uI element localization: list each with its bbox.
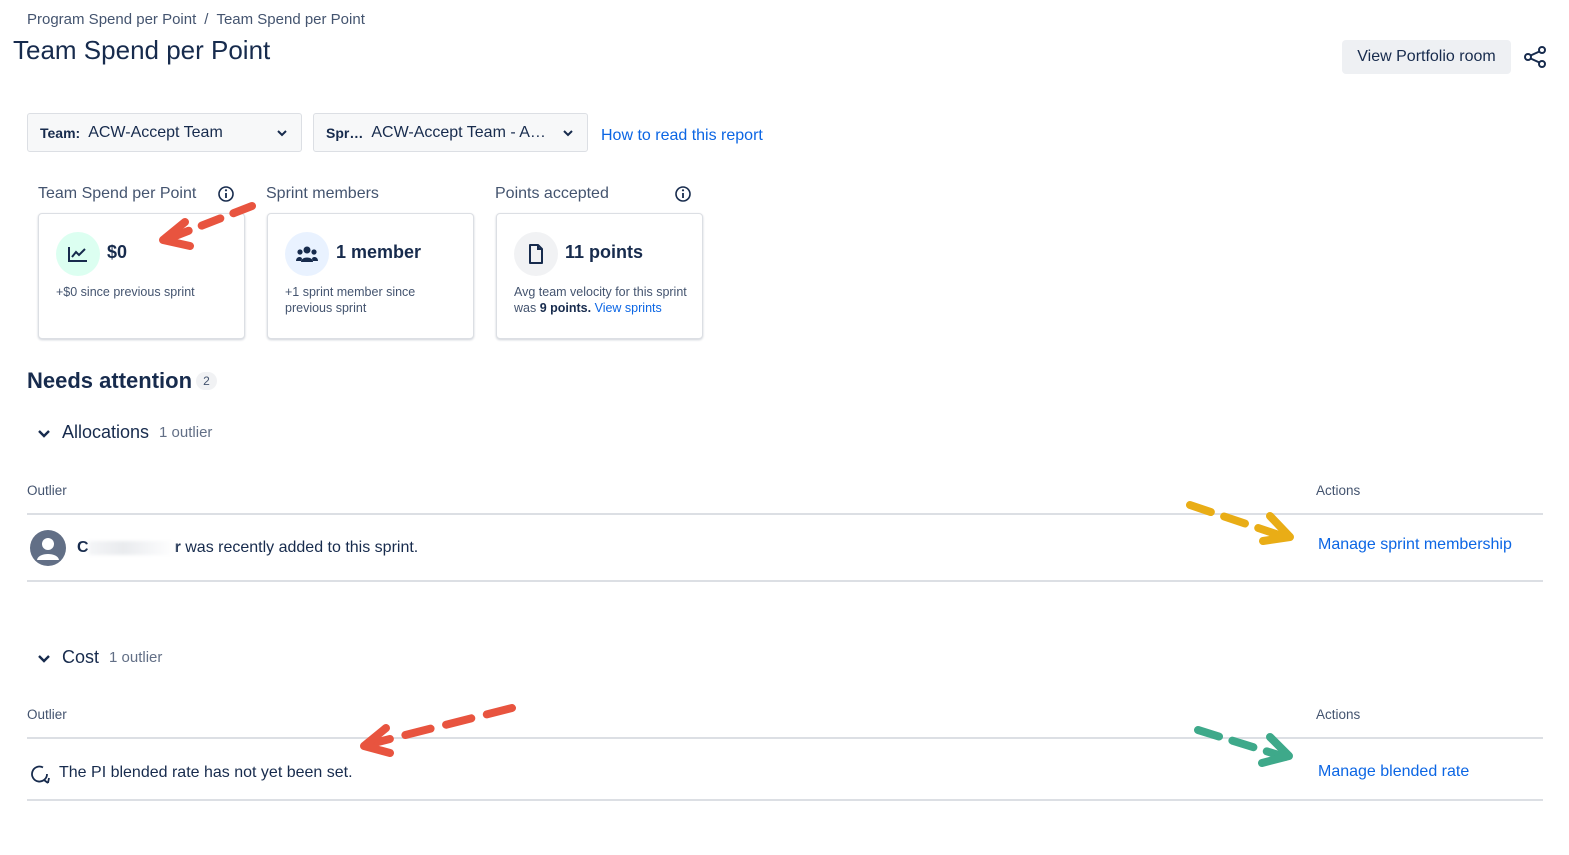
sprint-select-value: ACW-Accept Team - A… — [371, 123, 546, 141]
allocation-outlier-text: Cr was recently added to this sprint. — [77, 539, 418, 557]
chevron-down-icon — [38, 654, 50, 663]
spend-value: $0 — [107, 242, 128, 262]
card-label-points: Points accepted — [495, 185, 609, 202]
allocations-col-actions: Actions — [1316, 483, 1361, 498]
yellow-arrow-membership-annotation — [1186, 501, 1294, 545]
points-card: 11 points Avg team velocity for this spr… — [496, 213, 703, 339]
info-icon[interactable] — [674, 185, 692, 203]
page-title: Team Spend per Point — [13, 35, 271, 65]
allocations-col-outlier: Outlier — [27, 483, 67, 498]
points-sub: Avg team velocity for this sprint was 9 … — [514, 284, 692, 316]
red-arrow-cost-annotation — [360, 704, 516, 757]
card-label-members: Sprint members — [266, 185, 379, 202]
cost-count: 1 outlier — [109, 649, 163, 666]
table-divider — [27, 737, 1543, 739]
cost-outlier-text: The PI blended rate has not yet been set… — [59, 764, 353, 781]
cost-col-actions: Actions — [1316, 707, 1361, 722]
breadcrumb: Program Spend per Point / Team Spend per… — [27, 11, 365, 28]
manage-sprint-membership-link[interactable]: Manage sprint membership — [1318, 536, 1512, 554]
members-card: 1 member +1 sprint member since previous… — [267, 213, 474, 339]
spend-sub: +$0 since previous sprint — [56, 285, 195, 299]
team-select-label: Team: — [40, 124, 81, 141]
table-divider — [27, 799, 1543, 801]
trend-chart-icon — [56, 232, 100, 276]
team-select[interactable]: Team: ACW-Accept Team — [27, 113, 302, 152]
sprint-select-label: Spr… — [326, 124, 364, 141]
manage-blended-rate-link[interactable]: Manage blended rate — [1318, 763, 1469, 781]
document-icon — [514, 232, 558, 276]
breadcrumb-item-team[interactable]: Team Spend per Point — [216, 11, 364, 28]
refresh-icon — [31, 765, 50, 784]
table-divider — [27, 513, 1543, 515]
members-value: 1 member — [336, 242, 422, 262]
team-select-value: ACW-Accept Team — [88, 123, 223, 141]
view-portfolio-room-button[interactable]: View Portfolio room — [1342, 40, 1511, 74]
chevron-down-icon — [563, 129, 573, 136]
redacted-name — [88, 540, 175, 555]
member-name-start: C — [77, 539, 89, 556]
points-sub-bold: 9 points. — [539, 301, 592, 315]
avatar — [30, 530, 66, 566]
table-divider — [27, 580, 1543, 582]
allocation-outlier-message: was recently added to this sprint. — [180, 539, 419, 556]
needs-attention-count-badge: 2 — [196, 372, 217, 390]
spend-card: $0 +$0 since previous sprint — [38, 213, 245, 339]
people-group-icon — [285, 232, 329, 276]
green-arrow-blended-rate-annotation — [1194, 726, 1293, 767]
share-icon[interactable] — [1522, 45, 1548, 69]
sprint-select[interactable]: Spr… ACW-Accept Team - A… — [313, 113, 588, 152]
points-value: 11 points — [565, 242, 644, 262]
chevron-down-icon — [38, 429, 50, 438]
cost-col-outlier: Outlier — [27, 707, 67, 722]
members-sub: +1 sprint member since previous sprint — [285, 285, 416, 315]
breadcrumb-item-program[interactable]: Program Spend per Point — [27, 11, 196, 28]
how-to-read-report-link[interactable]: How to read this report — [601, 127, 763, 145]
card-label-spend: Team Spend per Point — [38, 185, 197, 202]
breadcrumb-separator: / — [204, 11, 209, 28]
view-sprints-link[interactable]: View sprints — [595, 301, 662, 315]
allocations-section-toggle[interactable]: Allocations 1 outlier — [36, 422, 212, 443]
needs-attention-title: Needs attention — [27, 368, 193, 393]
cost-section-toggle[interactable]: Cost 1 outlier — [36, 647, 162, 668]
cost-title: Cost — [62, 647, 100, 667]
chevron-down-icon — [277, 129, 287, 136]
info-icon[interactable] — [217, 185, 235, 203]
allocations-title: Allocations — [62, 422, 150, 442]
allocations-count: 1 outlier — [159, 424, 213, 441]
